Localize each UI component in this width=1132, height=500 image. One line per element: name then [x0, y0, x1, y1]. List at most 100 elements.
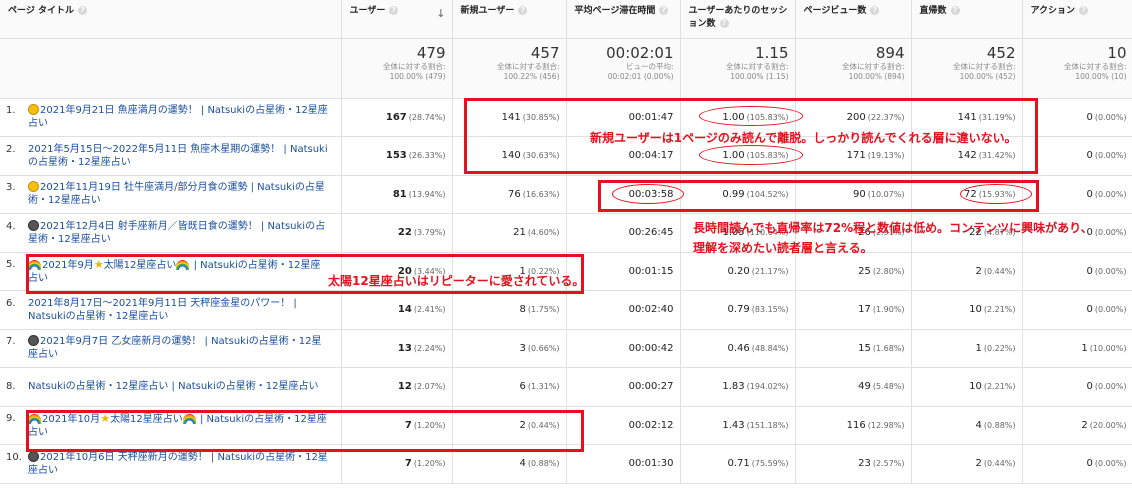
actions-cell: 0 (0.00%)	[1022, 444, 1132, 484]
page-title-cell: 9. 2021年10月★太陽12星座占い | Natsukiの占星術・12星座占い	[0, 406, 342, 445]
users-cell: 13 (2.24%)	[341, 329, 453, 368]
page-title-link[interactable]: 2021年5月15日～2022年5月11日 魚座木星期の運勢！ | Natsuk…	[28, 143, 328, 169]
col-header-actions[interactable]: アクション?	[1022, 0, 1132, 39]
row-index: 10.	[6, 451, 22, 463]
users-cell: 22 (3.79%)	[341, 213, 453, 253]
totals-row: 479 全体に対する割合: 100.00% (479) 457 全体に対する割合: 10…	[0, 38, 1132, 99]
col-header-pageviews[interactable]: ページビュー数?	[795, 0, 912, 39]
row-index: 9.	[6, 412, 16, 424]
new-users-cell: 141 (30.85%)	[452, 98, 567, 137]
pageviews-cell: 23 (2.57%)	[795, 444, 912, 484]
new-moon-icon	[28, 450, 39, 462]
bounces-cell: 10 (2.21%)	[911, 290, 1023, 330]
page-title-link[interactable]: Natsukiの占星術・12星座占い | Natsukiの占星術・12星座占い	[28, 380, 328, 393]
page-title-link[interactable]: 2021年9月7日 乙女座新月の運勢！ | Natsukiの占星術・12星座占い	[28, 335, 328, 361]
page-title-cell: 6. 2021年8月17日～2021年9月11日 天秤座金星のパワー！ | Nat…	[0, 290, 342, 330]
table-row: 9. 2021年10月★太陽12星座占い | Natsukiの占星術・12星座占い…	[0, 406, 1132, 445]
page-title-link[interactable]: 2021年9月21日 魚座満月の運勢！ | Natsukiの占星術・12星座占い	[28, 104, 328, 130]
new-users-cell: 140 (30.63%)	[452, 136, 567, 176]
col-header-sessions-per-user[interactable]: ユーザーあたりのセッション数?	[680, 0, 796, 39]
users-cell: 7 (1.20%)	[341, 444, 453, 484]
help-icon[interactable]: ?	[518, 6, 528, 15]
table-row: 8. Natsukiの占星術・12星座占い | Natsukiの占星術・12星座占…	[0, 367, 1132, 407]
row-index: 4.	[6, 220, 16, 232]
col-header-avg-time[interactable]: 平均ページ滞在時間?	[566, 0, 681, 39]
actions-cell: 0 (0.00%)	[1022, 98, 1132, 137]
page-title-link[interactable]: 2021年10月★太陽12星座占い | Natsukiの占星術・12星座占い	[28, 412, 328, 439]
sort-descending-icon[interactable]: ↓	[436, 7, 445, 20]
help-icon[interactable]: ?	[77, 6, 87, 15]
pageviews-cell: 17 (1.90%)	[795, 290, 912, 330]
new-moon-icon	[28, 335, 39, 347]
total-cell: 10 全体に対する割合: 100.00% (10)	[1022, 38, 1132, 99]
pageviews-cell: 90 (10.07%)	[795, 175, 912, 214]
row-index: 2.	[6, 143, 16, 155]
sessions-per-user-cell: 0.99 (104.52%)	[680, 175, 796, 214]
star-icon: ★	[100, 411, 111, 425]
page-title-cell: 3. 2021年11月19日 牡牛座満月/部分月食の運勢 | Natsukiの占星…	[0, 175, 342, 214]
help-icon[interactable]: ?	[950, 6, 960, 15]
avg-time-cell: 00:00:27	[566, 367, 681, 407]
actions-cell: 1 (10.00%)	[1022, 329, 1132, 368]
total-cell: 00:02:01 ビューの平均: 00:02:01 (0.00%)	[566, 38, 681, 99]
sessions-per-user-cell: 1.83 (194.02%)	[680, 367, 796, 407]
page-title-link[interactable]: 2021年10月6日 天秤座新月の運勢！ | Natsukiの占星術・12星座占…	[28, 450, 328, 477]
row-index: 1.	[6, 105, 16, 117]
help-icon[interactable]: ?	[719, 19, 729, 28]
table-row: 3. 2021年11月19日 牡牛座満月/部分月食の運勢 | Natsukiの占星…	[0, 175, 1132, 214]
table-row: 7. 2021年9月7日 乙女座新月の運勢！ | Natsukiの占星術・12星座…	[0, 329, 1132, 368]
new-moon-icon	[28, 219, 39, 231]
bounces-cell: 10 (2.21%)	[911, 367, 1023, 407]
sessions-per-user-cell: 0.79 (83.15%)	[680, 290, 796, 330]
total-cell: 457 全体に対する割合: 100.22% (456)	[452, 38, 567, 99]
help-icon[interactable]: ?	[659, 6, 669, 15]
total-cell: 894 全体に対する割合: 100.00% (894)	[795, 38, 912, 99]
pageviews-cell: 49 (5.48%)	[795, 367, 912, 407]
help-icon[interactable]: ?	[389, 6, 399, 15]
col-header-bounces[interactable]: 直帰数?	[911, 0, 1023, 39]
new-users-cell: 3 (0.66%)	[452, 329, 567, 368]
page-title-cell: 5. 2021年9月★太陽12星座占い | Natsukiの占星術・12星座占い	[0, 252, 342, 291]
users-cell: 153 (26.33%)	[341, 136, 453, 176]
new-users-cell: 4 (0.88%)	[452, 444, 567, 484]
new-users-cell: 2 (0.44%)	[452, 406, 567, 445]
page-title-link[interactable]: 2021年12月4日 射手座新月／皆既日食の運勢！ | Natsukiの占星術・…	[28, 219, 328, 246]
total-cell: 479 全体に対する割合: 100.00% (479)	[341, 38, 453, 99]
users-cell: 7 (1.20%)	[341, 406, 453, 445]
avg-time-cell: 00:00:42	[566, 329, 681, 368]
actions-cell: 0 (0.00%)	[1022, 367, 1132, 407]
total-cell: 452 全体に対する割合: 100.00% (452)	[911, 38, 1023, 99]
new-users-cell: 21 (4.60%)	[452, 213, 567, 253]
row-index: 7.	[6, 336, 16, 348]
bounces-cell: 2 (0.44%)	[911, 444, 1023, 484]
actions-cell: 0 (0.00%)	[1022, 290, 1132, 330]
help-icon[interactable]: ?	[1079, 6, 1089, 15]
annotation-note-bounce: 長時間読んでも直帰率は72%程と数値は低め。コンテンツに興味があり、 理解を深めた…	[693, 221, 1093, 255]
row-index: 3.	[6, 182, 16, 194]
rainbow-icon	[28, 259, 41, 270]
totals-label-cell	[0, 38, 342, 99]
actions-cell: 0 (0.00%)	[1022, 175, 1132, 214]
rainbow-icon	[176, 259, 190, 270]
page-title-link[interactable]: 2021年8月17日～2021年9月11日 天秤座金星のパワー！ | Natsu…	[28, 297, 328, 323]
avg-time-cell: 00:02:12	[566, 406, 681, 445]
total-cell: 1.15 全体に対する割合: 100.00% (1.15)	[680, 38, 796, 99]
page-title-cell: 8. Natsukiの占星術・12星座占い | Natsukiの占星術・12星座占…	[0, 367, 342, 407]
table-row: 10. 2021年10月6日 天秤座新月の運勢！ | Natsukiの占星術・12…	[0, 444, 1132, 484]
star-icon: ★	[93, 257, 104, 271]
page-title-link[interactable]: 2021年9月★太陽12星座占い | Natsukiの占星術・12星座占い	[28, 258, 328, 285]
avg-time-cell: 00:26:45	[566, 213, 681, 253]
page-title-link[interactable]: 2021年11月19日 牡牛座満月/部分月食の運勢 | Natsukiの占星術・…	[28, 181, 328, 207]
col-header-page-title[interactable]: ページ タイトル?	[0, 0, 342, 39]
table-row: 6. 2021年8月17日～2021年9月11日 天秤座金星のパワー！ | Nat…	[0, 290, 1132, 330]
users-cell: 81 (13.94%)	[341, 175, 453, 214]
col-header-users[interactable]: ユーザー? ↓	[341, 0, 453, 39]
sessions-per-user-cell: 0.46 (48.84%)	[680, 329, 796, 368]
pageviews-cell: 15 (1.68%)	[795, 329, 912, 368]
page-title-cell: 10. 2021年10月6日 天秤座新月の運勢！ | Natsukiの占星術・12…	[0, 444, 342, 484]
rainbow-icon	[182, 413, 196, 424]
sun-emoji-icon	[28, 181, 39, 193]
help-icon[interactable]: ?	[870, 6, 880, 15]
page-title-cell: 4. 2021年12月4日 射手座新月／皆既日食の運勢！ | Natsukiの占星…	[0, 213, 342, 253]
col-header-new-users[interactable]: 新規ユーザー?	[452, 0, 567, 39]
